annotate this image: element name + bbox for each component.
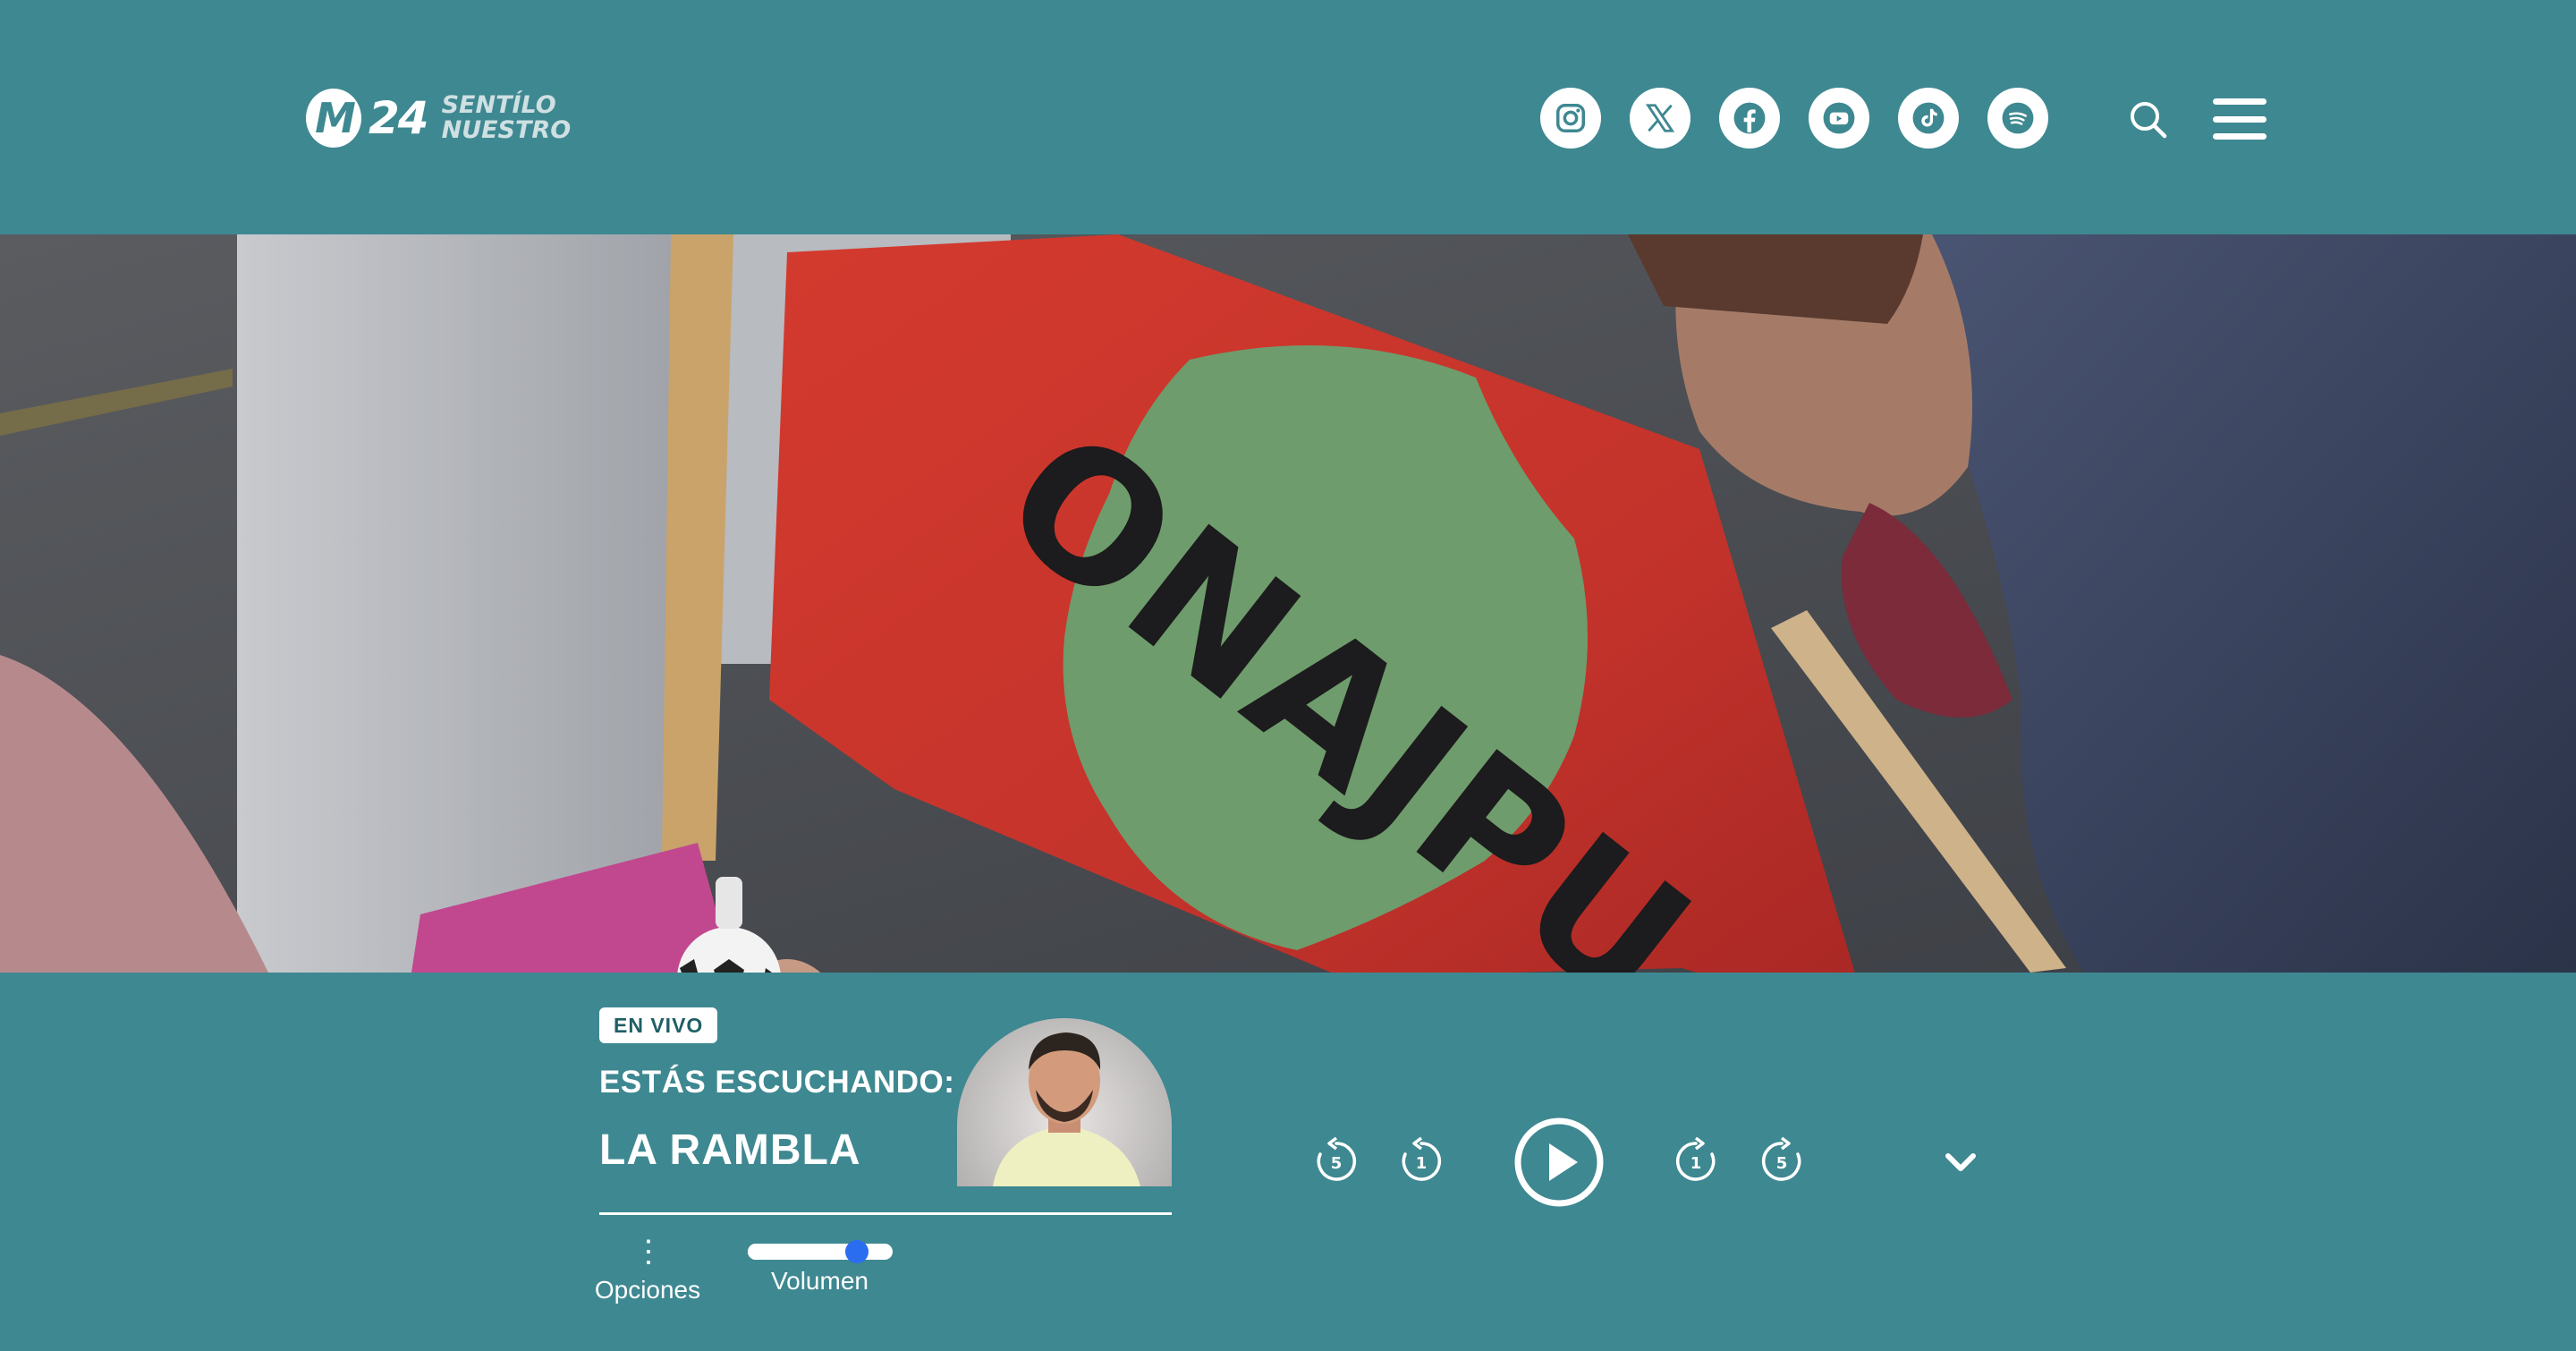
volume-label: Volumen (771, 1267, 869, 1295)
player-divider (599, 1212, 1172, 1215)
search-button[interactable] (2127, 98, 2170, 141)
options-label: Opciones (594, 1276, 701, 1304)
volume-slider-thumb[interactable] (845, 1240, 869, 1263)
social-links (1540, 88, 2048, 149)
volume-slider[interactable] (748, 1240, 893, 1263)
volume-control: Volumen (748, 1240, 893, 1296)
rewind-1-button[interactable]: 1 (1398, 1136, 1445, 1185)
site-logo[interactable]: M 24 SENTÍLO NUESTRO (306, 86, 571, 150)
x-link[interactable] (1630, 88, 1690, 149)
now-listening-label: ESTÁS ESCUCHANDO: (599, 1065, 955, 1100)
search-icon (2131, 102, 2167, 139)
play-button[interactable] (1513, 1117, 1605, 1208)
logo-tagline-line2: NUESTRO (441, 116, 572, 144)
options-button[interactable]: ⋮ Opciones (595, 1236, 707, 1304)
rewind-5-label: 5 (1331, 1154, 1343, 1173)
radio-player (0, 973, 2576, 1351)
forward-5-icon: 5 (1761, 1136, 1801, 1181)
instagram-link[interactable] (1540, 88, 1601, 149)
youtube-link[interactable] (1809, 88, 1869, 149)
tiktok-link[interactable] (1898, 88, 1959, 149)
hero-image: ONAJPU (0, 234, 2576, 973)
forward-1-label: 1 (1690, 1154, 1702, 1173)
hamburger-menu-icon[interactable] (2213, 98, 2267, 140)
live-badge: EN VIVO (599, 1007, 718, 1043)
spotify-link[interactable] (1987, 88, 2048, 149)
rewind-5-icon: 5 (1317, 1136, 1357, 1181)
rewind-5-button[interactable]: 5 (1313, 1136, 1360, 1185)
site-header: M 24 SENTÍLO NUESTRO (0, 0, 2576, 234)
logo-tagline-line1: SENTÍLO (441, 91, 556, 119)
facebook-icon (1733, 102, 1766, 134)
x-icon (1645, 104, 1675, 132)
collapse-player-button[interactable] (1943, 1147, 1979, 1177)
volume-fill (748, 1244, 857, 1260)
forward-5-button[interactable]: 5 (1758, 1136, 1805, 1185)
rewind-1-icon: 1 (1402, 1136, 1442, 1181)
kebab-menu-icon: ⋮ (633, 1235, 664, 1269)
tiktok-icon (1912, 102, 1945, 134)
forward-5-label: 5 (1776, 1154, 1788, 1173)
hero-photo: ONAJPU (0, 234, 2576, 973)
logo-mark: M (306, 89, 361, 148)
facebook-link[interactable] (1719, 88, 1780, 149)
spotify-icon (2002, 102, 2034, 134)
program-name: LA RAMBLA (599, 1126, 861, 1174)
forward-1-icon: 1 (1675, 1136, 1716, 1181)
rewind-1-label: 1 (1416, 1154, 1428, 1173)
logo-tagline: SENTÍLO NUESTRO (442, 93, 572, 143)
instagram-icon (1556, 104, 1585, 132)
logo-number: 24 (369, 92, 429, 144)
chevron-down-icon (1945, 1153, 1976, 1171)
forward-1-button[interactable]: 1 (1673, 1136, 1719, 1185)
youtube-icon (1823, 102, 1855, 134)
play-icon (1514, 1117, 1604, 1207)
